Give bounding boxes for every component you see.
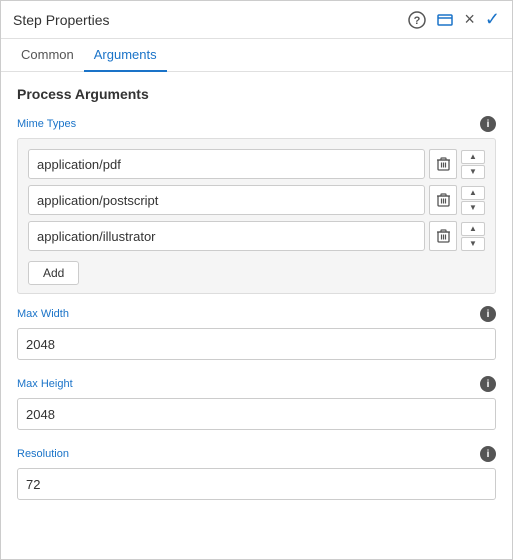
tabs-bar: Common Arguments bbox=[1, 39, 512, 72]
updown-btns-2: ▲ ▼ bbox=[461, 222, 485, 251]
help-icon[interactable]: ? bbox=[408, 11, 426, 29]
move-up-0-button[interactable]: ▲ bbox=[461, 150, 485, 164]
content-area: Process Arguments Mime Types i ▲ ▼ bbox=[1, 72, 512, 530]
header: Step Properties ? × ✓ bbox=[1, 1, 512, 39]
max-height-label-row: Max Height i bbox=[17, 376, 496, 392]
resolution-label: Resolution bbox=[17, 448, 69, 460]
updown-btns-0: ▲ ▼ bbox=[461, 150, 485, 179]
resolution-input[interactable] bbox=[17, 468, 496, 500]
delete-mime-1-button[interactable] bbox=[429, 185, 457, 215]
tab-common[interactable]: Common bbox=[11, 39, 84, 72]
delete-mime-2-button[interactable] bbox=[429, 221, 457, 251]
move-up-1-button[interactable]: ▲ bbox=[461, 186, 485, 200]
max-height-label: Max Height bbox=[17, 378, 73, 390]
window-title: Step Properties bbox=[13, 12, 110, 28]
header-icons: ? × ✓ bbox=[408, 9, 500, 30]
section-title: Process Arguments bbox=[17, 86, 496, 102]
add-mime-button[interactable]: Add bbox=[28, 261, 79, 285]
move-down-2-button[interactable]: ▼ bbox=[461, 237, 485, 251]
mime-types-info-icon[interactable]: i bbox=[480, 116, 496, 132]
mime-row: ▲ ▼ bbox=[28, 185, 485, 215]
mime-row: ▲ ▼ bbox=[28, 149, 485, 179]
mime-row: ▲ ▼ bbox=[28, 221, 485, 251]
resolution-group: Resolution i bbox=[17, 446, 496, 512]
max-width-info-icon[interactable]: i bbox=[480, 306, 496, 322]
max-height-input[interactable] bbox=[17, 398, 496, 430]
close-icon[interactable]: × bbox=[464, 9, 475, 30]
mime-types-container: ▲ ▼ ▲ ▼ bbox=[17, 138, 496, 294]
resize-icon[interactable] bbox=[436, 11, 454, 29]
move-down-0-button[interactable]: ▼ bbox=[461, 165, 485, 179]
delete-mime-0-button[interactable] bbox=[429, 149, 457, 179]
max-width-label-row: Max Width i bbox=[17, 306, 496, 322]
confirm-icon[interactable]: ✓ bbox=[485, 9, 500, 30]
svg-text:?: ? bbox=[414, 15, 421, 27]
max-width-label: Max Width bbox=[17, 308, 69, 320]
resolution-info-icon[interactable]: i bbox=[480, 446, 496, 462]
max-width-group: Max Width i bbox=[17, 306, 496, 372]
updown-btns-1: ▲ ▼ bbox=[461, 186, 485, 215]
move-down-1-button[interactable]: ▼ bbox=[461, 201, 485, 215]
max-width-input[interactable] bbox=[17, 328, 496, 360]
mime-input-1[interactable] bbox=[28, 185, 425, 215]
mime-types-label: Mime Types bbox=[17, 118, 76, 130]
max-height-info-icon[interactable]: i bbox=[480, 376, 496, 392]
mime-types-label-row: Mime Types i bbox=[17, 116, 496, 132]
mime-input-2[interactable] bbox=[28, 221, 425, 251]
resolution-label-row: Resolution i bbox=[17, 446, 496, 462]
tab-arguments[interactable]: Arguments bbox=[84, 39, 167, 72]
max-height-group: Max Height i bbox=[17, 376, 496, 442]
move-up-2-button[interactable]: ▲ bbox=[461, 222, 485, 236]
mime-input-0[interactable] bbox=[28, 149, 425, 179]
